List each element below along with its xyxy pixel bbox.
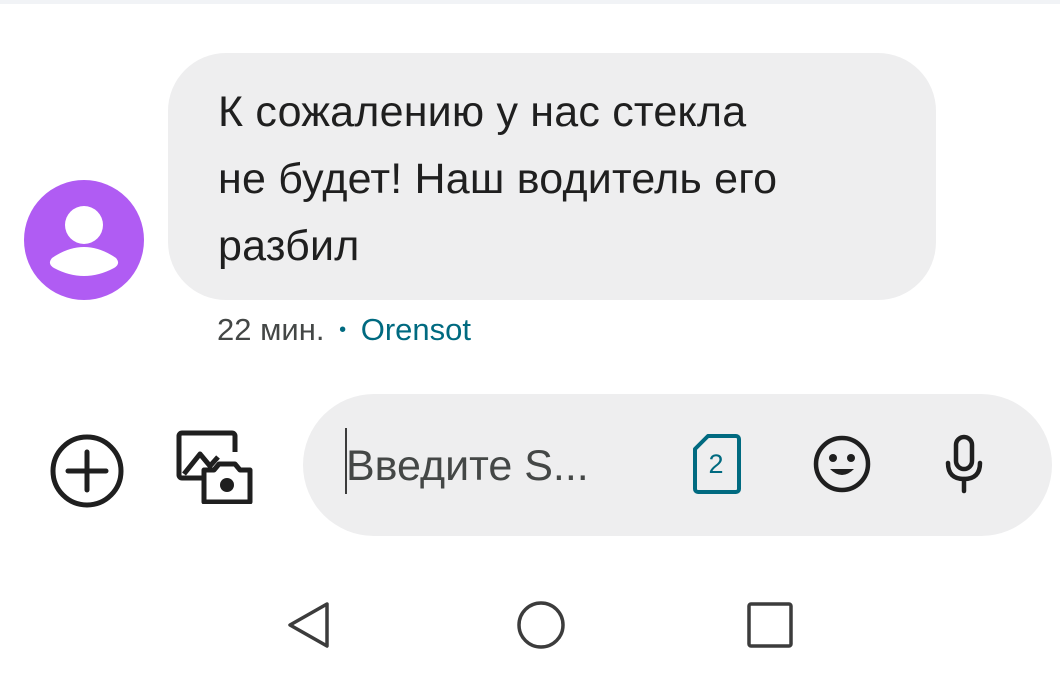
sender-avatar[interactable]: [24, 180, 144, 300]
add-circle-icon: [50, 434, 124, 508]
emoji-icon: [813, 435, 871, 493]
message-time: 22 мин.: [217, 312, 325, 347]
person-icon: [49, 206, 119, 276]
message-input[interactable]: Введите S...: [346, 438, 666, 494]
messages-screen: К сожалению у нас стекла не будет! Наш в…: [0, 0, 1060, 679]
message-bubble[interactable]: К сожалению у нас стекла не будет! Наш в…: [168, 53, 936, 300]
meta-separator: •: [339, 319, 347, 341]
sim-name: Orensot: [360, 312, 472, 347]
gallery-camera-icon: [176, 430, 253, 505]
home-button[interactable]: [514, 598, 568, 657]
add-attachment-button[interactable]: [48, 432, 126, 515]
message-text: К сожалению у нас стекла не будет! Наш в…: [218, 79, 896, 280]
message-meta: 22 мин. • Orensot: [217, 309, 471, 351]
home-circle-icon: [517, 601, 565, 649]
recents-button[interactable]: [745, 600, 795, 655]
message-line: не будет! Наш водитель его: [218, 155, 778, 203]
microphone-icon: [945, 434, 983, 494]
emoji-button[interactable]: [811, 433, 873, 500]
back-triangle-icon: [288, 602, 329, 648]
message-line: К сожалению у нас стекла: [218, 88, 747, 136]
system-nav-bar: [0, 570, 1060, 679]
voice-input-button[interactable]: [939, 433, 989, 502]
recents-square-icon: [747, 602, 793, 648]
compose-field[interactable]: Введите S... 2: [303, 394, 1052, 536]
message-line: разбил: [218, 222, 360, 270]
gallery-camera-button[interactable]: [176, 430, 254, 509]
top-divider: [0, 0, 1060, 4]
back-button[interactable]: [284, 600, 334, 655]
sim-slot-number: 2: [708, 449, 724, 479]
sim-select-button[interactable]: 2: [692, 433, 748, 495]
